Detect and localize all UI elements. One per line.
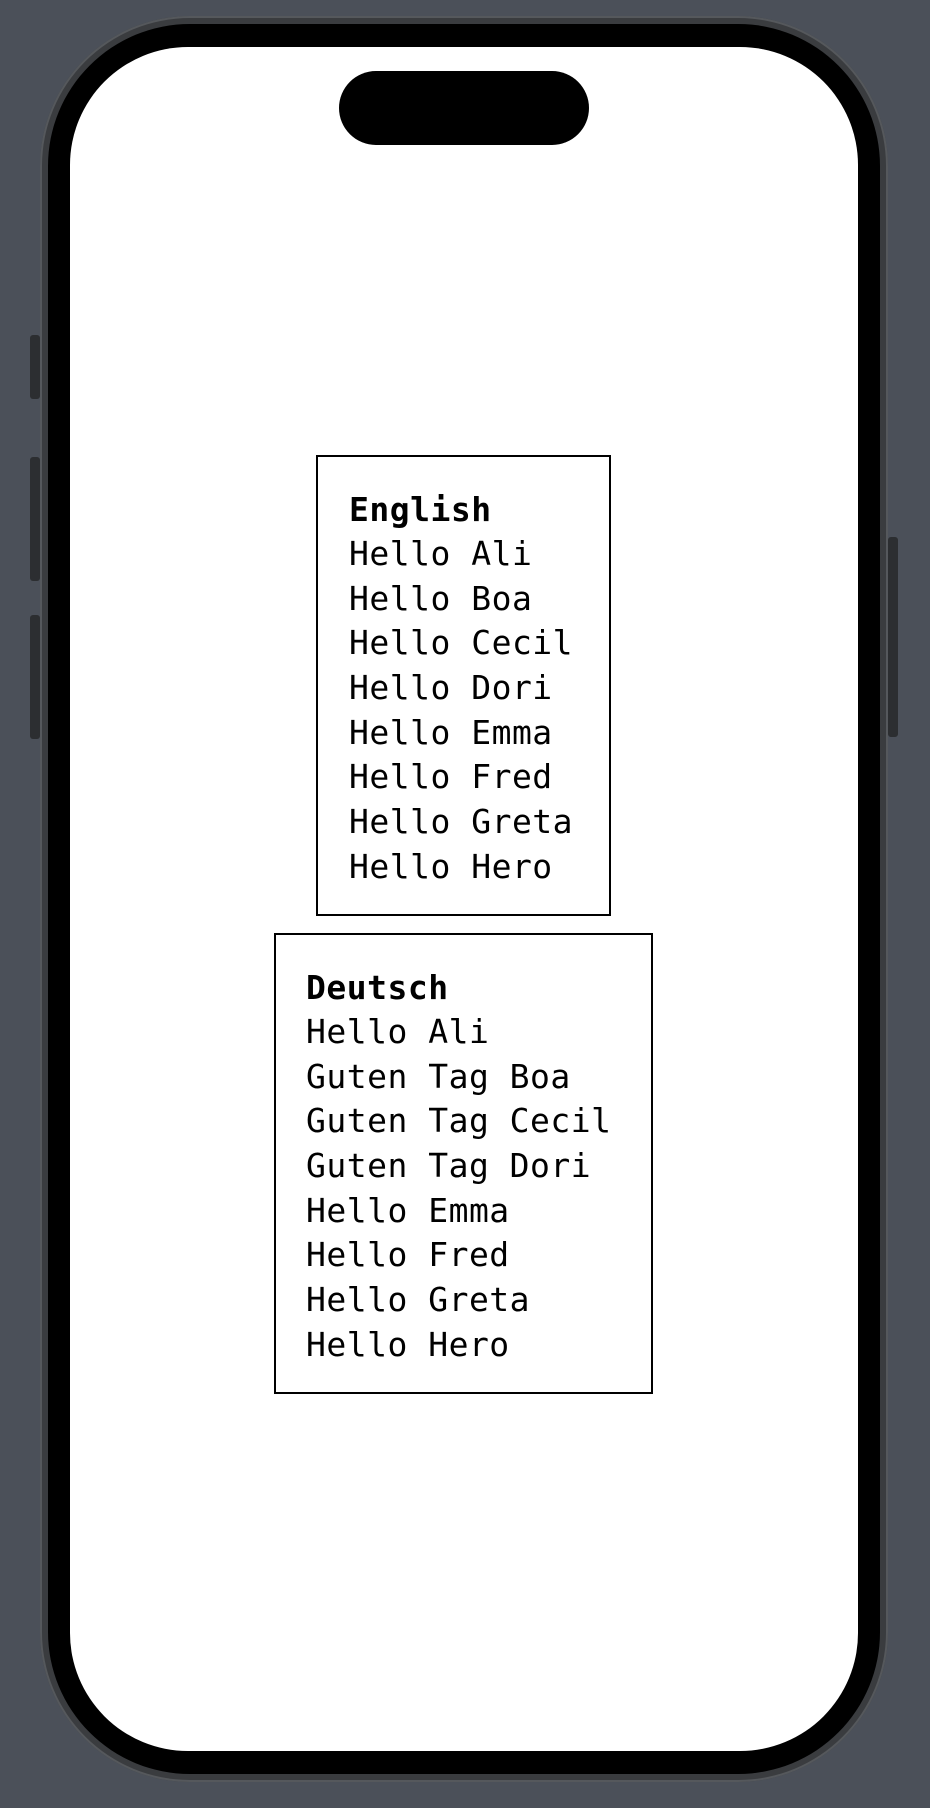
greeting-item: Hello Fred xyxy=(349,757,553,797)
english-greeting-box: English Hello Ali Hello Boa Hello Cecil … xyxy=(316,455,611,916)
greeting-item: Hello Ali xyxy=(306,1012,490,1051)
phone-screen: English Hello Ali Hello Boa Hello Cecil … xyxy=(70,47,858,1751)
english-title: English xyxy=(349,490,492,529)
greeting-item: Hello Emma xyxy=(306,1190,510,1230)
greeting-item: Hello Dori xyxy=(349,668,553,708)
action-button xyxy=(30,335,40,399)
greeting-item: Hello Cecil xyxy=(349,623,574,663)
greeting-item: Hello Boa xyxy=(349,578,533,618)
greeting-item: Hello Emma xyxy=(349,712,553,752)
deutsch-greeting-list: Hello Ali Guten Tag Boa Guten Tag Cecil … xyxy=(306,1010,651,1368)
greeting-item: Guten Tag Cecil xyxy=(306,1101,612,1141)
greeting-item: Hello Hero xyxy=(306,1324,510,1364)
volume-down-button xyxy=(30,615,40,739)
volume-up-button xyxy=(30,457,40,581)
greeting-item: Hello Hero xyxy=(349,846,553,886)
english-greeting-list: Hello Ali Hello Boa Hello Cecil Hello Do… xyxy=(349,532,609,890)
simulator-stage: English Hello Ali Hello Boa Hello Cecil … xyxy=(0,0,930,1808)
power-button xyxy=(888,537,898,737)
greeting-item: Hello Greta xyxy=(306,1280,531,1320)
greeting-item: Guten Tag Boa xyxy=(306,1056,571,1096)
dynamic-island xyxy=(339,71,589,145)
deutsch-title: Deutsch xyxy=(306,968,449,1007)
greeting-item: Hello Fred xyxy=(306,1235,510,1275)
deutsch-greeting-box: Deutsch Hello Ali Guten Tag Boa Guten Ta… xyxy=(274,933,653,1394)
greeting-item: Hello Greta xyxy=(349,802,574,842)
greeting-item: Hello Ali xyxy=(349,534,533,573)
greeting-item: Guten Tag Dori xyxy=(306,1146,592,1186)
